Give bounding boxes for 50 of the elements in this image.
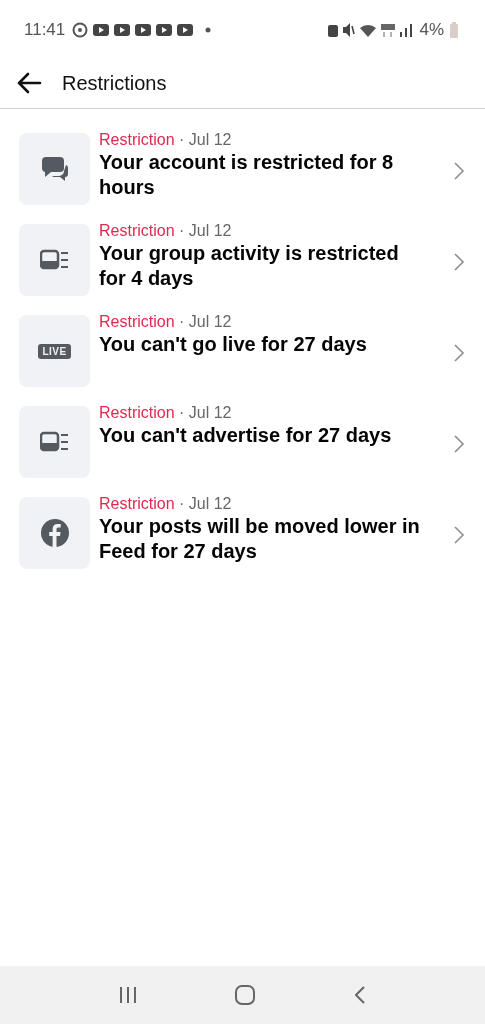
video-play-icon (156, 24, 173, 36)
network-icon (381, 23, 396, 37)
date-label: · Jul 12 (179, 222, 232, 239)
category-label: Restriction (99, 404, 175, 421)
video-play-icon (177, 24, 194, 36)
restriction-title: You can't advertise for 27 days (99, 423, 393, 448)
video-play-icon (93, 24, 110, 36)
restriction-item[interactable]: LIVE Restriction · Jul 12 You can't go live for 27 days (0, 315, 485, 387)
back-nav-icon[interactable] (352, 985, 367, 1005)
date-label: · Jul 12 (179, 313, 232, 330)
category-label: Restriction (99, 495, 175, 512)
tablet-list-icon (39, 249, 70, 271)
date-label: · Jul 12 (179, 404, 232, 421)
back-arrow-icon (16, 72, 42, 94)
lock-icon (328, 23, 339, 37)
restriction-title: You can't go live for 27 days (99, 332, 368, 357)
restriction-title: Your group activity is restricted for 4 days (99, 241, 400, 291)
live-badge: LIVE (38, 343, 71, 359)
chat-bubbles-icon (39, 155, 70, 183)
restriction-item[interactable]: Restriction · Jul 12 You can't advertise for 27 days (0, 406, 485, 478)
chevron-right-icon (453, 525, 465, 545)
category-label: Restriction (99, 313, 175, 330)
tablet-list-icon (39, 431, 70, 453)
video-play-icon (135, 24, 152, 36)
category-label: Restriction (99, 222, 175, 239)
signal-icon (400, 23, 413, 37)
page-title: Restrictions (62, 71, 167, 95)
chevron-right-icon (453, 161, 465, 181)
restriction-item[interactable]: Restriction · Jul 12 Your account is restricted for 8 hours (0, 133, 485, 205)
category-label: Restriction (99, 131, 175, 148)
date-label: · Jul 12 (179, 131, 232, 148)
chevron-right-icon (453, 434, 465, 454)
dot-icon (204, 26, 213, 34)
home-icon[interactable] (234, 984, 257, 1006)
status-time: 11:41 (24, 20, 66, 40)
date-label: · Jul 12 (179, 495, 232, 512)
video-play-icon (114, 24, 131, 36)
f-logo-icon (39, 518, 70, 548)
battery-icon (449, 22, 459, 38)
restriction-title: Your posts will be moved lower in Feed for 27 days (99, 514, 421, 564)
restriction-item[interactable]: Restriction · Jul 12 Your posts will be moved lower in Feed for 27 days (0, 497, 485, 569)
chevron-right-icon (453, 343, 465, 363)
chevron-right-icon (453, 252, 465, 272)
restriction-item[interactable]: Restriction · Jul 12 Your group activity is restricted for 4 days (0, 224, 485, 296)
recent-apps-icon[interactable] (118, 986, 139, 1004)
battery-percent: 4% (419, 20, 444, 40)
ring-icon (72, 22, 89, 38)
wifi-icon (360, 23, 377, 37)
mute-icon (343, 23, 356, 37)
restriction-title: Your account is restricted for 8 hours (99, 150, 395, 200)
